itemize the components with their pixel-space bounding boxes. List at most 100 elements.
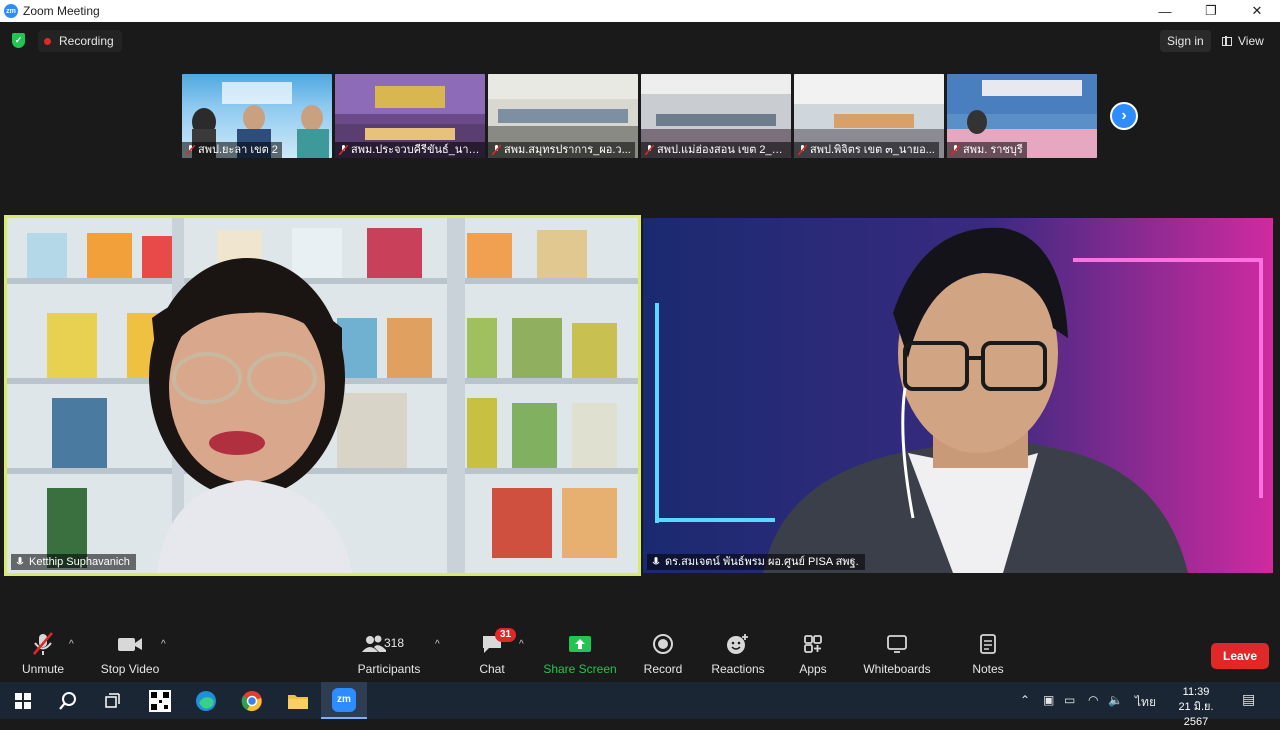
speaker-name-tag: Ketthip Suphavanich <box>11 554 136 570</box>
video-options-chevron-icon[interactable]: ^ <box>161 639 166 650</box>
apps-button[interactable]: Apps <box>798 630 828 682</box>
thumbnail-name: สพป.ยะลา เขต 2 <box>182 142 282 158</box>
wifi-icon[interactable]: ◠ <box>1088 693 1098 707</box>
notes-icon <box>980 634 996 654</box>
gallery-strip: สพป.ยะลา เขต 2 สพม.ประจวบคีรีขันธ์_นาย..… <box>182 74 1097 158</box>
mic-muted-icon <box>951 145 960 155</box>
window-controls: — ❐ ✕ <box>1142 0 1280 22</box>
edge-browser-icon[interactable] <box>183 682 229 719</box>
zoom-taskbar-icon[interactable]: zm <box>321 682 367 719</box>
mic-muted-icon <box>186 145 195 155</box>
clock-time: 11:39 <box>1182 686 1210 698</box>
gallery-next-arrow-icon[interactable]: › <box>1110 102 1138 130</box>
system-clock[interactable]: 11:39 21 มิ.ย. 2567 <box>1166 685 1226 730</box>
chat-button[interactable]: 31 Chat <box>474 628 517 682</box>
speaker-video-icon <box>7 218 638 573</box>
tray-device-icon[interactable]: ▣ <box>1043 693 1054 707</box>
participant-name-tag: ดร.สมเจตน์ พันธ์พรม ผอ.ศูนย์ PISA สพฐ. <box>647 554 865 570</box>
mic-muted-icon <box>492 145 501 155</box>
windows-start-icon[interactable] <box>0 682 46 719</box>
participant-thumbnail[interactable]: สพป.พิจิตร เขต ๓_นายอ... <box>794 74 944 158</box>
unmute-button[interactable]: Unmute <box>20 630 66 682</box>
whiteboards-label: Whiteboards <box>863 662 931 676</box>
input-language[interactable]: ไทย <box>1135 693 1156 712</box>
close-button[interactable]: ✕ <box>1234 0 1280 22</box>
apps-label: Apps <box>799 662 827 676</box>
participants-options-chevron-icon[interactable]: ^ <box>435 639 440 650</box>
video-tile-active-speaker[interactable]: Ketthip Suphavanich <box>4 215 641 576</box>
participants-count: 318 <box>384 636 405 650</box>
notes-label: Notes <box>972 662 1004 676</box>
task-view-icon[interactable] <box>90 682 136 719</box>
minimize-button[interactable]: — <box>1142 0 1188 22</box>
participant-thumbnail[interactable]: สพป.แม่ฮ่องสอน เขต 2_น... <box>641 74 791 158</box>
apps-icon <box>804 635 822 653</box>
mic-muted-icon <box>33 632 53 655</box>
participants-label: Participants <box>357 662 421 676</box>
recording-indicator[interactable]: Recording <box>38 30 122 52</box>
meeting-toolbar: Unmute ^ Stop Video ^ 318 Participants ^ <box>0 628 1280 682</box>
notes-button[interactable]: Notes <box>970 630 1006 682</box>
participants-icon <box>362 635 386 652</box>
participant-thumbnail[interactable]: สพม.ประจวบคีรีขันธ์_นาย... <box>335 74 485 158</box>
qr-app-icon[interactable] <box>137 682 183 719</box>
chat-unread-badge: 31 <box>495 628 517 642</box>
whiteboard-icon <box>887 635 907 653</box>
recording-label: Recording <box>59 34 114 48</box>
battery-icon[interactable]: ▭ <box>1064 693 1075 707</box>
chat-options-chevron-icon[interactable]: ^ <box>519 639 524 650</box>
window-title: Zoom Meeting <box>23 4 100 18</box>
file-explorer-icon[interactable] <box>275 682 321 719</box>
share-screen-label: Share Screen <box>543 662 617 676</box>
view-label: View <box>1238 34 1264 48</box>
security-shield-icon[interactable]: ✓ <box>12 33 25 48</box>
participants-button[interactable]: 318 Participants <box>358 630 420 682</box>
mic-muted-icon <box>339 145 348 155</box>
reactions-label: Reactions <box>711 662 765 676</box>
chat-label: Chat <box>479 662 505 676</box>
view-grid-icon <box>1222 36 1232 46</box>
participant-thumbnail[interactable]: สพม. ราชบุรี <box>947 74 1097 158</box>
volume-icon[interactable]: 🔈 <box>1108 693 1123 707</box>
participant-name: ดร.สมเจตน์ พันธ์พรม ผอ.ศูนย์ PISA สพฐ. <box>665 556 859 568</box>
thumbnail-name: สพป.พิจิตร เขต ๓_นายอ... <box>794 142 939 158</box>
sign-in-button[interactable]: Sign in <box>1160 30 1211 52</box>
reactions-smiley-icon <box>727 634 748 654</box>
chrome-browser-icon[interactable] <box>229 682 275 719</box>
audio-options-chevron-icon[interactable]: ^ <box>69 639 74 650</box>
participant-thumbnail[interactable]: สพป.ยะลา เขต 2 <box>182 74 332 158</box>
whiteboards-button[interactable]: Whiteboards <box>862 630 932 682</box>
share-screen-button[interactable]: Share Screen <box>543 630 617 682</box>
recording-dot-icon <box>44 37 51 45</box>
notifications-icon[interactable]: ▤ <box>1242 691 1255 708</box>
participant-thumbnail[interactable]: สพม.สมุทรปราการ_ผอ.ว... <box>488 74 638 158</box>
thumbnail-name: สพม.สมุทรปราการ_ผอ.ว... <box>488 142 635 158</box>
leave-button[interactable]: Leave <box>1211 643 1269 669</box>
stop-video-label: Stop Video <box>100 662 160 676</box>
thumbnail-name: สพป.แม่ฮ่องสอน เขต 2_น... <box>641 142 791 158</box>
video-tile-participant[interactable]: ดร.สมเจตน์ พันธ์พรม ผอ.ศูนย์ PISA สพฐ. <box>643 218 1273 573</box>
share-screen-icon <box>569 636 591 652</box>
view-button[interactable]: View <box>1216 30 1270 52</box>
maximize-button[interactable]: ❐ <box>1188 0 1234 22</box>
record-label: Record <box>643 662 683 676</box>
record-button[interactable]: Record <box>642 630 684 682</box>
mic-icon <box>652 557 660 565</box>
speaker-name: Ketthip Suphavanich <box>29 556 130 568</box>
reactions-button[interactable]: Reactions <box>711 630 765 682</box>
stop-video-button[interactable]: Stop Video <box>100 630 160 682</box>
zoom-logo-icon: zm <box>4 4 18 18</box>
tray-overflow-chevron-icon[interactable]: ⌃ <box>1020 693 1030 707</box>
thumbnail-name: สพม.ประจวบคีรีขันธ์_นาย... <box>335 142 485 158</box>
search-icon[interactable] <box>45 682 91 719</box>
mic-muted-icon <box>645 145 654 155</box>
video-camera-icon <box>118 638 142 651</box>
meeting-topbar: ✓ Recording Sign in View <box>0 22 1280 58</box>
unmute-label: Unmute <box>21 662 65 676</box>
mic-muted-icon <box>798 145 807 155</box>
mic-muted-icon <box>16 557 24 565</box>
clock-date: 21 มิ.ย. 2567 <box>1178 701 1214 728</box>
zoom-app-label: zm <box>332 687 356 712</box>
record-icon <box>653 634 673 654</box>
os-taskbar: zm ⌃ ▣ ▭ ◠ 🔈 ไทย 11:39 21 มิ.ย. 2567 ▤ <box>0 682 1280 728</box>
